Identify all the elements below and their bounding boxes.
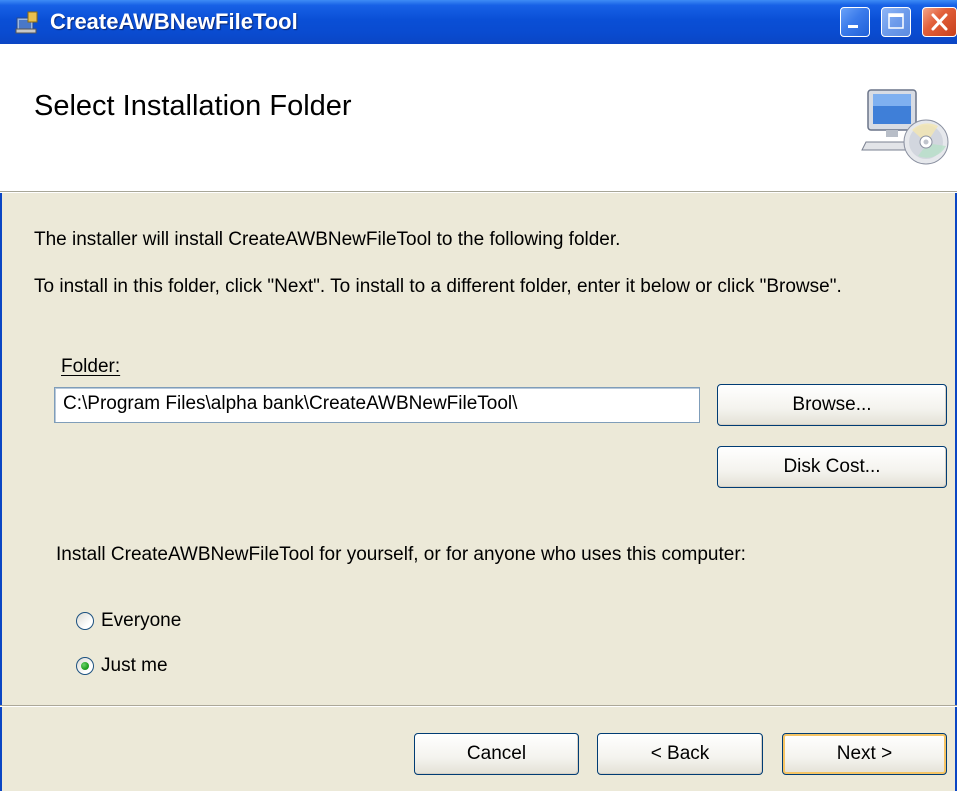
installer-window: CreateAWBNewFileTool Select Installation… [0, 0, 957, 791]
banner-highlight-line [0, 192, 957, 193]
folder-label: Folder: [61, 355, 120, 379]
just-me-label[interactable]: Just me [101, 654, 168, 678]
radio-selected-dot [81, 662, 89, 670]
everyone-radio[interactable] [76, 612, 94, 630]
window-title: CreateAWBNewFileTool [50, 9, 298, 34]
everyone-label[interactable]: Everyone [101, 609, 181, 633]
header-banner: Select Installation Folder [0, 44, 957, 192]
installer-app-icon [15, 11, 38, 34]
close-icon [931, 13, 948, 31]
maximize-button[interactable] [881, 7, 911, 37]
footer-separator-highlight [0, 706, 957, 707]
back-button[interactable]: < Back [597, 733, 763, 775]
install-scope-prompt: Install CreateAWBNewFileTool for yoursel… [56, 544, 746, 565]
maximize-icon [888, 13, 904, 29]
just-me-radio[interactable] [76, 657, 94, 675]
page-title: Select Installation Folder [34, 90, 352, 122]
instructions-text: To install in this folder, click "Next".… [34, 276, 842, 297]
disk-cost-button[interactable]: Disk Cost... [717, 446, 947, 488]
computer-cd-icon [861, 89, 949, 165]
close-button[interactable] [922, 7, 957, 37]
intro-text: The installer will install CreateAWBNewF… [34, 229, 621, 250]
folder-label-text: Folder: [61, 356, 121, 377]
next-button[interactable]: Next > [782, 733, 947, 775]
browse-button[interactable]: Browse... [717, 384, 947, 426]
minimize-button[interactable] [840, 7, 870, 37]
minimize-icon [848, 25, 858, 28]
folder-path-input[interactable]: C:\Program Files\alpha bank\CreateAWBNew… [54, 387, 700, 423]
title-bar[interactable]: CreateAWBNewFileTool [0, 0, 957, 45]
cancel-button[interactable]: Cancel [414, 733, 579, 775]
